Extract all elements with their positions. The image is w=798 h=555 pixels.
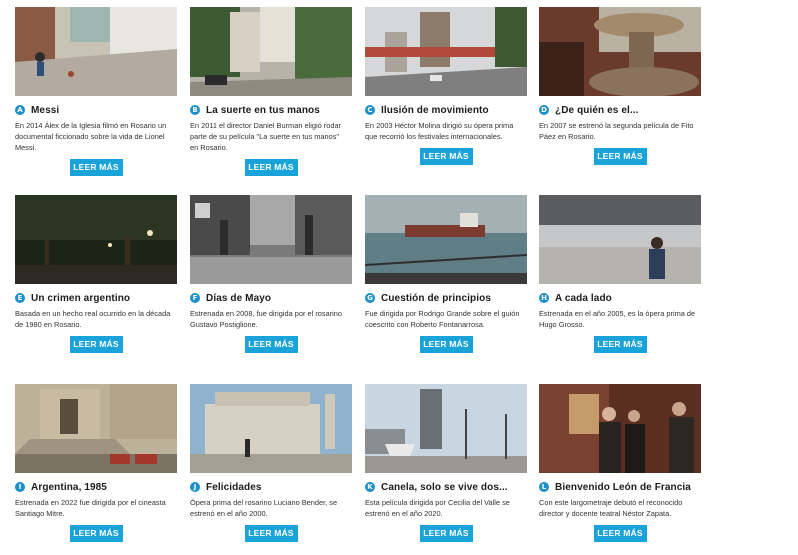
letter-badge: D (539, 105, 549, 115)
read-more-button[interactable]: LEER MÁS (244, 336, 298, 353)
film-card-de-quien: D ¿De quién es el... En 2007 se estrenó … (539, 7, 701, 165)
film-title[interactable]: La suerte en tus manos (206, 105, 320, 116)
thumbnail-fountain[interactable] (539, 7, 701, 96)
thumbnail-monument[interactable] (190, 384, 352, 473)
letter-badge: B (190, 105, 200, 115)
film-title[interactable]: Días de Mayo (206, 293, 271, 304)
thumbnail-cathedral-steps[interactable] (15, 384, 177, 473)
film-description: Basada en un hecho real ocurrido en la d… (15, 309, 171, 329)
letter-badge: E (15, 293, 25, 303)
letter-badge: A (15, 105, 25, 115)
film-description: Estrenada en el año 2005, es la ópera pr… (539, 309, 696, 329)
film-title[interactable]: Messi (31, 105, 59, 116)
read-more-button[interactable]: LEER MÁS (69, 336, 123, 353)
film-description: Esta película dirigida por Cecilia del V… (365, 498, 510, 518)
film-title[interactable]: Bienvenido León de Francia (555, 482, 691, 493)
film-title[interactable]: Canela, solo se vive dos... (381, 482, 508, 493)
thumbnail-city-street[interactable] (190, 7, 352, 96)
film-title[interactable]: ¿De quién es el... (555, 105, 639, 116)
film-card-ilusion: C Ilusión de movimiento En 2003 Héctor M… (365, 7, 527, 165)
thumbnail-city-skyline[interactable] (365, 384, 527, 473)
film-description: Ópera prima del rosarino Luciano Bender,… (190, 498, 338, 518)
thumbnail-black-white-street[interactable] (190, 195, 352, 284)
letter-badge: L (539, 482, 549, 492)
thumbnail-period-interior[interactable] (539, 384, 701, 473)
film-card-felicidades: J Felicidades Ópera prima del rosarino L… (190, 384, 352, 542)
film-description: Fue dirigida por Rodrigo Grande sobre el… (365, 309, 520, 329)
letter-badge: J (190, 482, 200, 492)
thumbnail-building-terrace[interactable] (539, 195, 701, 284)
film-title[interactable]: A cada lado (555, 293, 612, 304)
thumbnail-highway[interactable] (365, 7, 527, 96)
read-more-button[interactable]: LEER MÁS (593, 148, 647, 165)
film-title[interactable]: Ilusión de movimiento (381, 105, 489, 116)
film-card-crimen: E Un crimen argentino Basada en un hecho… (15, 195, 177, 353)
letter-badge: H (539, 293, 549, 303)
read-more-button[interactable]: LEER MÁS (69, 525, 123, 542)
read-more-button[interactable]: LEER MÁS (593, 336, 647, 353)
film-title[interactable]: Un crimen argentino (31, 293, 130, 304)
letter-badge: K (365, 482, 375, 492)
read-more-button[interactable]: LEER MÁS (244, 159, 298, 176)
read-more-button[interactable]: LEER MÁS (419, 148, 473, 165)
film-description: En 2003 Héctor Molina dirigió su ópera p… (365, 121, 514, 141)
film-description: Estrenada en 2008, fue dirigida por el r… (190, 309, 343, 329)
letter-badge: G (365, 293, 375, 303)
film-title[interactable]: Argentina, 1985 (31, 482, 107, 493)
thumbnail-river-ship[interactable] (365, 195, 527, 284)
film-card-messi: A Messi En 2014 Álex de la Iglesia filmó… (15, 7, 177, 176)
film-card-cuestion: G Cuestión de principios Fue dirigida po… (365, 195, 527, 353)
thumbnail-night-park[interactable] (15, 195, 177, 284)
read-more-button[interactable]: LEER MÁS (419, 336, 473, 353)
read-more-button[interactable]: LEER MÁS (593, 525, 647, 542)
film-card-a-cada-lado: H A cada lado Estrenada en el año 2005, … (539, 195, 701, 353)
thumbnail-street-scene[interactable] (15, 7, 177, 96)
film-description: Estrenada en 2022 fue dirigida por el ci… (15, 498, 166, 518)
film-card-dias-de-mayo: F Días de Mayo Estrenada en 2008, fue di… (190, 195, 352, 353)
letter-badge: C (365, 105, 375, 115)
film-card-canela: K Canela, solo se vive dos... Esta pelíc… (365, 384, 527, 542)
film-card-la-suerte: B La suerte en tus manos En 2011 el dire… (190, 7, 352, 176)
letter-badge: F (190, 293, 200, 303)
letter-badge: I (15, 482, 25, 492)
read-more-button[interactable]: LEER MÁS (244, 525, 298, 542)
film-description: En 2014 Álex de la Iglesia filmó en Rosa… (15, 121, 167, 152)
film-card-bienvenido: L Bienvenido León de Francia Con este la… (539, 384, 701, 542)
film-description: En 2007 se estrenó la segunda película d… (539, 121, 694, 141)
film-title[interactable]: Cuestión de principios (381, 293, 491, 304)
film-description: En 2011 el director Daniel Burman eligió… (190, 121, 342, 152)
film-card-argentina-1985: I Argentina, 1985 Estrenada en 2022 fue … (15, 384, 177, 542)
film-title[interactable]: Felicidades (206, 482, 262, 493)
read-more-button[interactable]: LEER MÁS (419, 525, 473, 542)
film-description: Con este largometraje debutó el reconoci… (539, 498, 683, 518)
read-more-button[interactable]: LEER MÁS (69, 159, 123, 176)
